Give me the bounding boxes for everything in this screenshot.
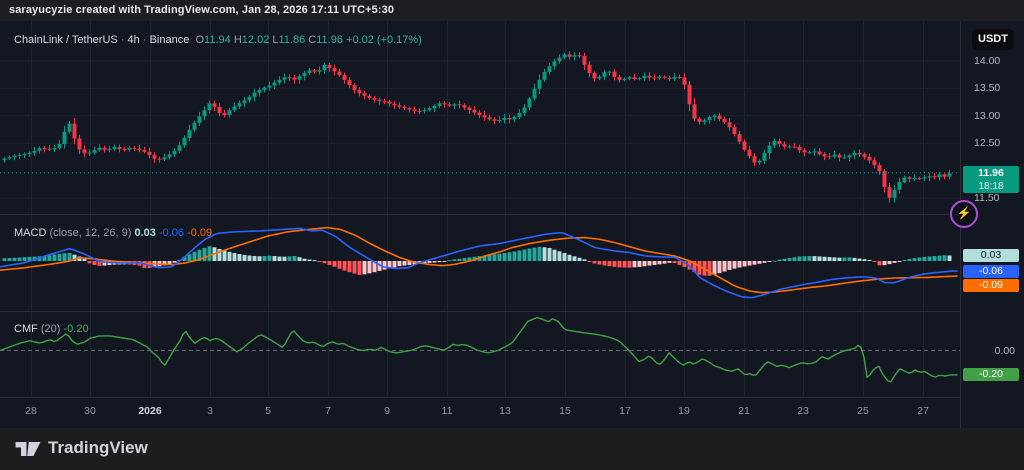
time-axis-label: 17 (603, 405, 647, 417)
currency-toggle-button[interactable]: USDT (972, 29, 1014, 50)
high-value: 12.02 (242, 34, 270, 46)
last-price-badge: 11.9618:18 (963, 166, 1019, 193)
instant-trading-lightning-button[interactable]: ⚡ (950, 200, 978, 228)
price-axis-label: 14.00 (974, 55, 1000, 67)
tradingview-logo-icon[interactable] (14, 438, 42, 460)
low-value: 11.86 (279, 34, 306, 46)
time-axis-label: 7 (306, 405, 350, 417)
time-axis-label: 21 (722, 405, 766, 417)
time-axis-label: 9 (365, 405, 409, 417)
time-axis-label: 5 (246, 405, 290, 417)
time-axis-label: 19 (662, 405, 706, 417)
time-axis-label: 27 (901, 405, 945, 417)
exchange-label[interactable]: Binance (150, 34, 190, 46)
cmf-title[interactable]: CMF (14, 323, 38, 335)
cmf-pane[interactable] (0, 312, 960, 397)
time-axis-label: 25 (841, 405, 885, 417)
time-axis-label: 28 (9, 405, 53, 417)
time-axis-label: 2026 (128, 405, 172, 417)
macd-axis-badge: 0.03 (963, 249, 1019, 262)
price-axis-label: 11.50 (974, 192, 1000, 204)
cmf-axis-badge: -0.20 (963, 368, 1019, 381)
attribution-bar: sarayucyzie created with TradingView.com… (0, 0, 1024, 21)
separator-dot: · (121, 34, 125, 46)
time-axis-label: 30 (68, 405, 112, 417)
tradingview-chart-screenshot: sarayucyzie created with TradingView.com… (0, 0, 1024, 470)
tradingview-brand-text[interactable]: TradingView (48, 438, 148, 458)
macd-title[interactable]: MACD (14, 227, 46, 239)
separator-dot: · (143, 34, 147, 46)
cmf-params: (20) (41, 323, 61, 335)
tradingview-logo-glyph (14, 438, 42, 460)
pane-divider[interactable] (0, 214, 1024, 215)
symbol-title[interactable]: ChainLink / TetherUS (14, 34, 118, 46)
bottom-bar: TradingView (0, 428, 1024, 470)
last-price-value: 11.96 (963, 167, 1019, 180)
time-axis-label: 23 (781, 405, 825, 417)
candlestick-chart (0, 21, 960, 214)
close-value: 11.96 (316, 34, 343, 46)
price-axis-label: 12.50 (974, 137, 1000, 149)
macd-params: (close, 12, 26, 9) (49, 227, 131, 239)
attribution-text: sarayucyzie created with TradingView.com… (9, 4, 394, 16)
high-label: H (234, 34, 242, 46)
cmf-legend: CMF (20) -0.20 (14, 323, 89, 335)
macd-hist-value: 0.03 (134, 227, 155, 239)
price-axis-label: 13.50 (974, 82, 1000, 94)
time-axis-label: 13 (483, 405, 527, 417)
macd-axis-badge: -0.09 (963, 279, 1019, 292)
price-axis-label: 13.00 (974, 110, 1000, 122)
macd-axis-badge: -0.06 (963, 265, 1019, 278)
change-value: +0.02 (+0.17%) (346, 34, 422, 46)
macd-legend: MACD (close, 12, 26, 9) 0.03 -0.06 -0.09 (14, 227, 212, 239)
macd-line-value: -0.06 (159, 227, 184, 239)
time-axis-label: 3 (188, 405, 232, 417)
time-axis-label: 15 (543, 405, 587, 417)
price-pane[interactable] (0, 21, 960, 214)
open-label: O (195, 34, 204, 46)
symbol-legend: ChainLink / TetherUS · 4h · Binance O11.… (14, 34, 422, 46)
macd-signal-value: -0.09 (187, 227, 212, 239)
time-axis[interactable]: 28 30 2026 3 5 7 9 11 13 15 17 19 21 23 25 27 (0, 398, 960, 428)
bar-countdown: 18:18 (963, 180, 1019, 193)
time-axis-label: 11 (425, 405, 469, 417)
open-value: 11.94 (204, 34, 231, 46)
pane-divider[interactable] (0, 311, 1024, 312)
interval-label[interactable]: 4h (128, 34, 140, 46)
cmf-zero-label: 0.00 (995, 345, 1015, 357)
cmf-value: -0.20 (64, 323, 89, 335)
cmf-indicator-chart (0, 312, 960, 397)
